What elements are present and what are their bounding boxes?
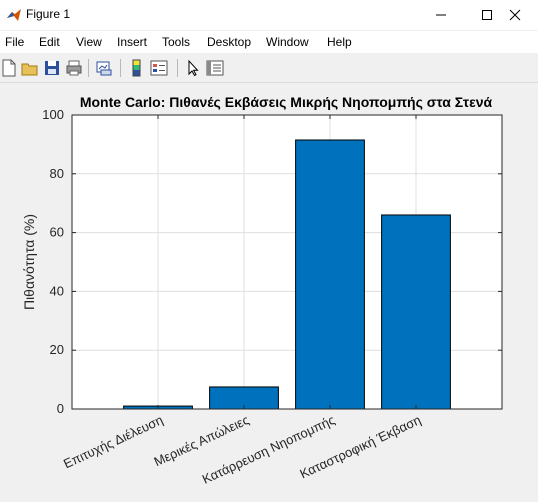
y-tick-label: 100 xyxy=(42,107,64,122)
menu-view[interactable]: View xyxy=(76,35,102,49)
menu-tools[interactable]: Tools xyxy=(162,35,190,49)
bar xyxy=(295,139,365,410)
colorbar-icon[interactable] xyxy=(128,59,146,77)
edit-plot-arrow-icon[interactable] xyxy=(185,59,203,77)
y-tick-labels: 0 20 40 60 80 100 xyxy=(42,107,64,416)
toolbar-separator xyxy=(177,59,178,77)
y-tick-label: 20 xyxy=(50,342,64,357)
x-tick-labels: Επιτυχής ΔιέλευσηΜερικές ΑπώλειεςΚατάρρε… xyxy=(61,412,423,487)
save-icon[interactable] xyxy=(43,59,61,77)
menu-edit[interactable]: Edit xyxy=(39,35,60,49)
close-icon xyxy=(509,9,521,21)
window-title: Figure 1 xyxy=(26,7,71,21)
toolbar-separator xyxy=(88,59,89,77)
window-titlebar: Figure 1 xyxy=(0,0,538,30)
close-button[interactable] xyxy=(492,0,538,30)
minimize-icon xyxy=(436,14,446,16)
menu-window[interactable]: Window xyxy=(266,35,309,49)
y-axis-label: Πιθανότητα (%) xyxy=(21,214,37,310)
link-plot-icon[interactable] xyxy=(95,59,113,77)
menu-insert[interactable]: Insert xyxy=(117,35,147,49)
menu-desktop[interactable]: Desktop xyxy=(207,35,251,49)
open-file-icon[interactable] xyxy=(21,59,39,77)
matlab-app-icon xyxy=(7,9,21,21)
figure-toolbar xyxy=(0,54,538,83)
y-tick-label: 40 xyxy=(50,283,64,298)
new-figure-icon[interactable] xyxy=(0,59,18,77)
minimize-button[interactable] xyxy=(418,0,464,30)
y-tick-label: 60 xyxy=(50,225,64,240)
menu-bar: File Edit View Insert Tools Desktop Wind… xyxy=(0,31,538,53)
menu-file[interactable]: File xyxy=(5,35,24,49)
toolbar-separator xyxy=(120,59,121,77)
chart-title: Monte Carlo: Πιθανές Εκβάσεις Μικρής Νηο… xyxy=(80,94,493,110)
bar-chart: Monte Carlo: Πιθανές Εκβάσεις Μικρής Νηο… xyxy=(21,94,503,487)
y-tick-label: 80 xyxy=(50,166,64,181)
x-tick-label: Επιτυχής Διέλευση xyxy=(61,412,165,471)
menu-help[interactable]: Help xyxy=(327,35,352,49)
y-tick-label: 0 xyxy=(57,401,64,416)
print-icon[interactable] xyxy=(65,59,83,77)
property-inspector-icon[interactable] xyxy=(206,59,224,77)
bar xyxy=(381,214,451,410)
legend-icon[interactable] xyxy=(150,59,168,77)
